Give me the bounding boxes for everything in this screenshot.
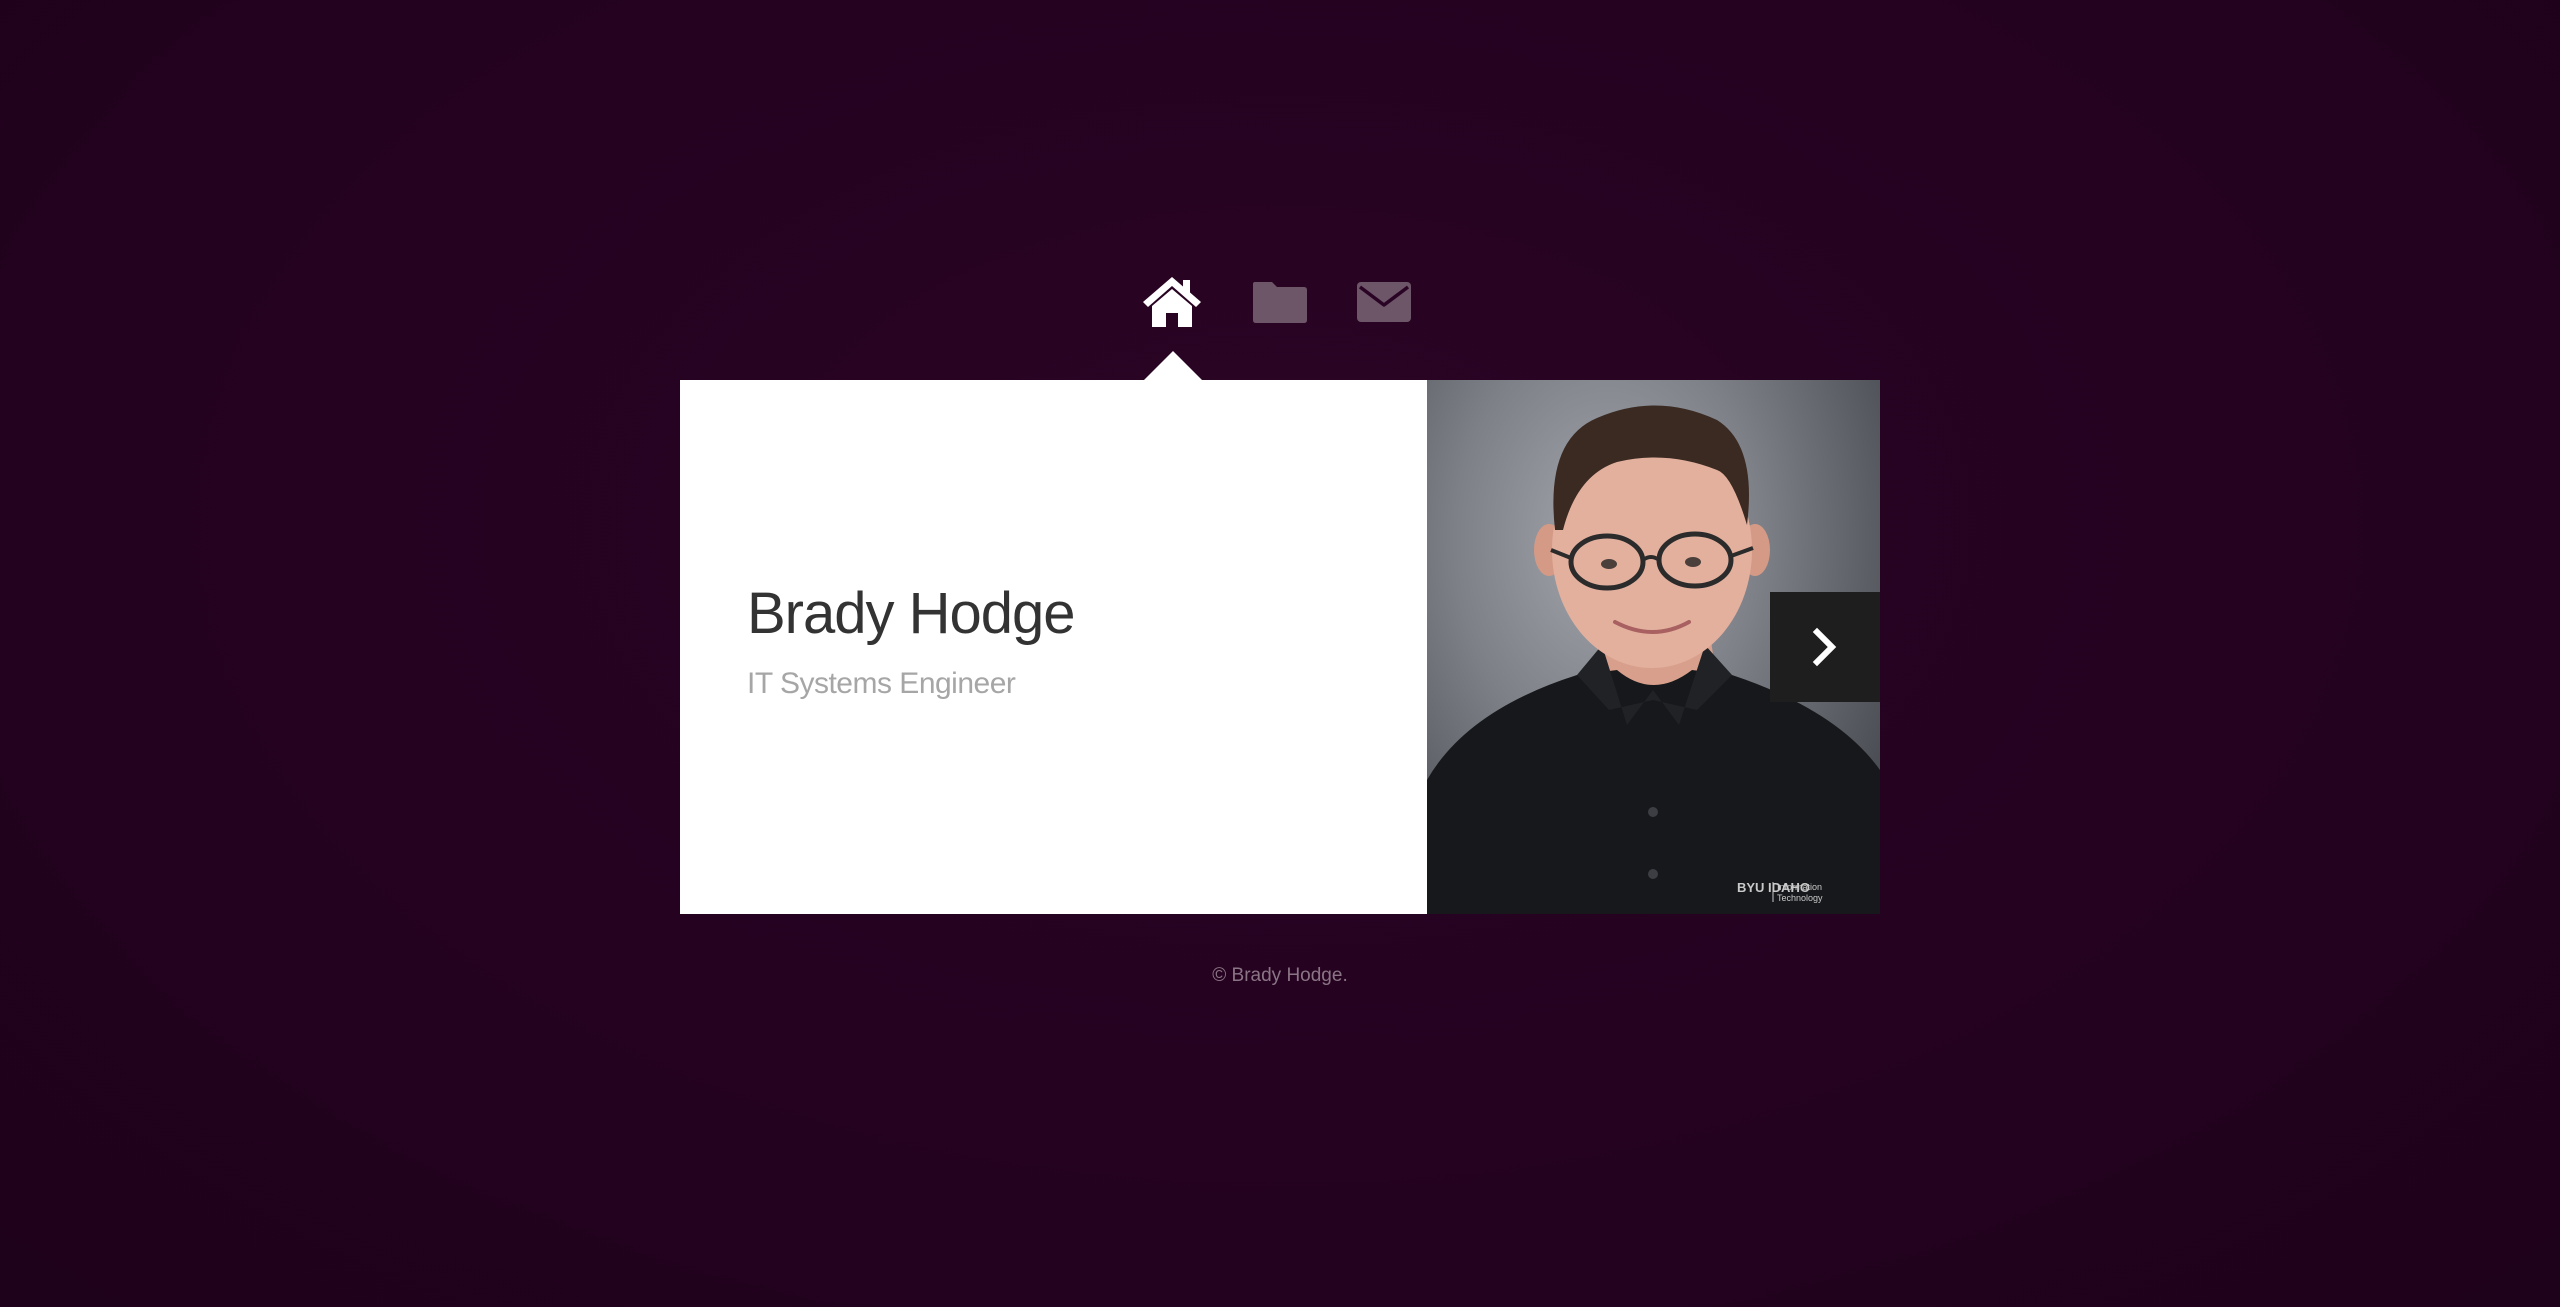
main-nav (1140, 270, 1420, 330)
profile-name: Brady Hodge (747, 581, 1076, 646)
nav-home[interactable] (1140, 270, 1204, 334)
chevron-right-icon (1812, 627, 1837, 667)
profile-text: Brady Hodge IT Systems Engineer (747, 581, 1076, 700)
photo-badge-line2: Technology (1777, 893, 1823, 903)
home-icon (1143, 277, 1201, 327)
envelope-icon (1357, 282, 1411, 322)
folder-icon (1253, 282, 1307, 323)
active-tab-pointer (1144, 351, 1202, 380)
nav-folder[interactable] (1248, 270, 1312, 334)
photo-badge-line1: Information (1777, 882, 1822, 892)
profile-title: IT Systems Engineer (747, 667, 1016, 700)
footer-copyright: © Brady Hodge. (1212, 965, 1348, 986)
profile-card: Brady Hodge IT Systems Engineer BYU IDAH… (680, 380, 1880, 914)
next-slide-button[interactable] (1770, 592, 1880, 702)
nav-contact[interactable] (1352, 270, 1416, 334)
